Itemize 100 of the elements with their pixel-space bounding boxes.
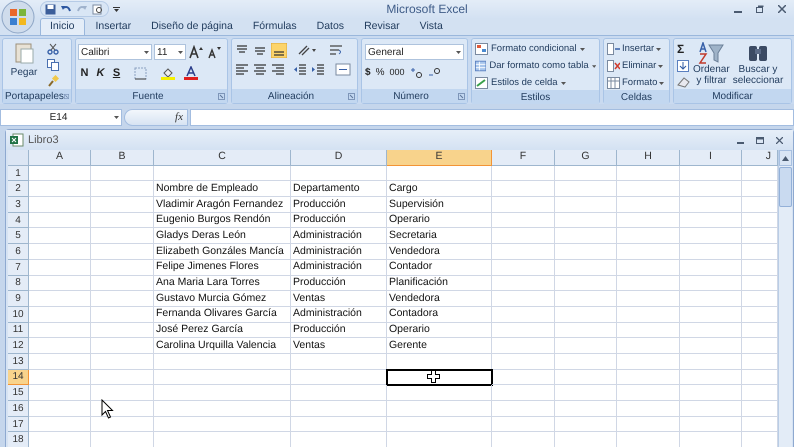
table-cell[interactable]: Producción	[291, 322, 387, 338]
table-cell[interactable]	[492, 291, 555, 307]
ribbon-tab[interactable]: Vista	[410, 18, 452, 35]
insert-function-button[interactable]: fx	[175, 109, 183, 126]
align-center-icon[interactable]	[253, 63, 267, 76]
paste-button[interactable]: Pegar	[5, 41, 43, 80]
table-cell[interactable]	[29, 166, 91, 182]
table-cell[interactable]	[680, 385, 742, 401]
decrease-decimal-icon[interactable]	[428, 66, 440, 78]
table-cell[interactable]	[492, 322, 555, 338]
table-cell[interactable]	[617, 385, 680, 401]
table-cell[interactable]	[29, 244, 91, 260]
table-cell[interactable]	[492, 401, 555, 417]
table-cell[interactable]	[91, 322, 154, 338]
row-header[interactable]: 10	[8, 306, 29, 323]
table-cell[interactable]: Carolina Urquilla Valencia	[154, 338, 291, 354]
orientation-icon[interactable]	[297, 44, 317, 57]
row-header[interactable]: 3	[8, 197, 29, 213]
table-cell[interactable]	[617, 401, 680, 417]
table-cell[interactable]	[555, 212, 617, 228]
row-header[interactable]: 6	[8, 244, 29, 260]
table-cell[interactable]: Vendedora	[387, 244, 492, 260]
ribbon-tab[interactable]: Fórmulas	[244, 18, 306, 35]
table-cell[interactable]	[617, 276, 680, 292]
table-cell[interactable]	[680, 197, 742, 213]
grow-font-icon[interactable]	[188, 44, 204, 60]
table-cell[interactable]	[617, 291, 680, 307]
table-cell[interactable]: Producción	[291, 276, 387, 292]
table-cell[interactable]	[29, 354, 91, 370]
table-cell[interactable]: Gustavo Murcia Gómez	[154, 291, 291, 307]
table-cell[interactable]	[680, 166, 742, 182]
table-cell[interactable]	[680, 212, 742, 228]
table-cell[interactable]	[29, 322, 91, 338]
dialog-launcher-icon[interactable]	[64, 92, 69, 100]
table-cell[interactable]	[680, 338, 742, 354]
column-header[interactable]: F	[492, 150, 555, 166]
table-cell[interactable]	[91, 416, 154, 432]
table-cell[interactable]	[492, 166, 555, 182]
insert-cells-button[interactable]: Insertar	[607, 42, 666, 56]
table-cell[interactable]	[29, 276, 91, 292]
table-cell[interactable]	[29, 212, 91, 228]
table-cell[interactable]	[91, 260, 154, 276]
table-cell[interactable]	[680, 354, 742, 370]
maximize-icon[interactable]	[756, 136, 764, 144]
percent-button[interactable]: %	[376, 65, 384, 80]
table-cell[interactable]	[617, 338, 680, 354]
table-cell[interactable]	[91, 385, 154, 401]
scrollbar-thumb[interactable]	[779, 167, 792, 207]
table-cell[interactable]	[492, 212, 555, 228]
table-cell[interactable]	[91, 228, 154, 244]
table-cell[interactable]	[387, 401, 492, 417]
table-cell[interactable]	[555, 416, 617, 432]
row-header[interactable]: 7	[8, 260, 29, 276]
select-all-corner[interactable]	[8, 150, 29, 166]
table-cell[interactable]	[387, 166, 492, 182]
table-cell[interactable]	[680, 260, 742, 276]
thousands-button[interactable]: 000	[389, 66, 404, 80]
table-cell[interactable]: Departamento	[291, 181, 387, 198]
align-bottom-icon[interactable]	[271, 43, 287, 58]
column-header[interactable]: B	[91, 150, 154, 166]
table-cell[interactable]	[492, 181, 555, 198]
table-cell[interactable]	[91, 276, 154, 292]
table-cell[interactable]	[555, 244, 617, 260]
table-cell[interactable]	[29, 416, 91, 432]
table-cell[interactable]	[680, 276, 742, 292]
row-header[interactable]: 12	[8, 338, 29, 354]
shrink-font-icon[interactable]	[206, 44, 222, 60]
table-cell[interactable]: Elizabeth Gonzáles Mancía	[154, 244, 291, 260]
ribbon-tab[interactable]: Datos	[308, 18, 354, 35]
fill-color-icon[interactable]	[161, 66, 175, 80]
column-header[interactable]: E	[387, 150, 492, 166]
row-header[interactable]: 1	[8, 166, 29, 182]
dialog-launcher-icon[interactable]	[348, 92, 355, 100]
column-header[interactable]: G	[555, 150, 617, 166]
table-cell[interactable]	[492, 197, 555, 213]
table-cell[interactable]: Operario	[387, 212, 492, 228]
table-cell[interactable]	[291, 385, 387, 401]
table-cell[interactable]: Administración	[291, 260, 387, 276]
table-cell[interactable]	[555, 276, 617, 292]
table-cell[interactable]	[154, 354, 291, 370]
conditional-format-button[interactable]: Formato condicional	[475, 42, 596, 56]
table-cell[interactable]: Secretaria	[387, 228, 492, 244]
table-cell[interactable]	[555, 181, 617, 198]
table-cell[interactable]	[617, 260, 680, 276]
active-cell[interactable]	[387, 370, 492, 386]
decrease-indent-icon[interactable]	[293, 63, 307, 76]
table-cell[interactable]	[680, 370, 742, 386]
table-cell[interactable]: Gerente	[387, 338, 492, 354]
table-cell[interactable]	[617, 370, 680, 386]
table-cell[interactable]	[154, 416, 291, 432]
table-cell[interactable]: Operario	[387, 322, 492, 338]
wrap-text-icon[interactable]	[329, 44, 343, 57]
table-cell[interactable]: Cargo	[387, 181, 492, 198]
table-cell[interactable]: Producción	[291, 197, 387, 213]
table-cell[interactable]	[29, 228, 91, 244]
row-header[interactable]: 17	[8, 416, 29, 432]
align-left-icon[interactable]	[235, 63, 249, 76]
table-cell[interactable]	[555, 306, 617, 323]
table-cell[interactable]	[29, 291, 91, 307]
table-cell[interactable]	[555, 291, 617, 307]
